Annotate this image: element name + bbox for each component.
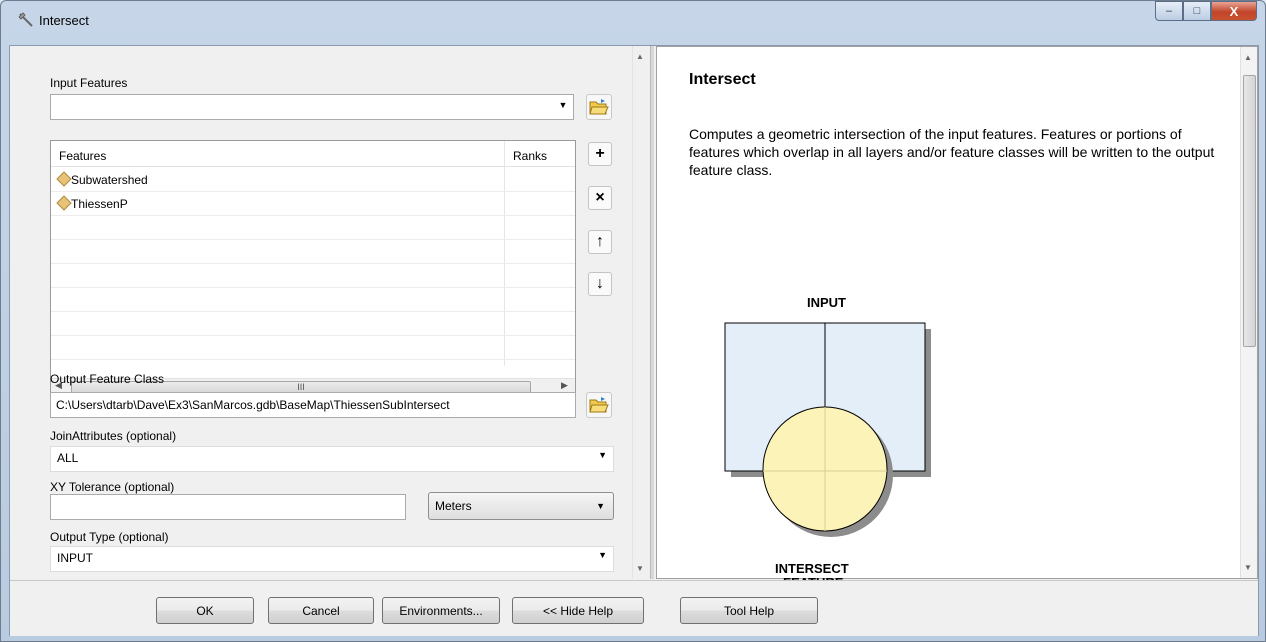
dialog-client: Input Features ▼ Features Ranks Subwater…	[9, 45, 1259, 636]
scroll-grip: III	[297, 382, 305, 392]
table-row[interactable]	[51, 216, 575, 240]
polygon-layer-icon	[56, 195, 72, 211]
scroll-down-icon[interactable]: ▼	[636, 564, 644, 573]
intersect-diagram: INPUT INTERSECT FEATURE	[721, 295, 951, 590]
add-row-button[interactable]: +	[588, 142, 612, 166]
table-row[interactable]: Subwatershed	[51, 168, 575, 192]
grid-header: Features Ranks	[51, 141, 575, 167]
table-row[interactable]	[51, 336, 575, 360]
parameters-pane: Input Features ▼ Features Ranks Subwater…	[10, 46, 650, 579]
scroll-up-icon[interactable]: ▲	[1244, 53, 1252, 62]
move-down-button[interactable]: ↓	[588, 272, 612, 296]
hammer-icon	[18, 12, 33, 27]
help-scroll-thumb[interactable]	[1243, 75, 1256, 347]
plus-icon: +	[595, 145, 605, 162]
scroll-right-icon[interactable]: ▶	[561, 380, 568, 391]
join-attributes-label: JoinAttributes (optional)	[50, 429, 177, 443]
minimize-button[interactable]: –	[1155, 1, 1183, 21]
folder-open-icon	[589, 99, 609, 115]
table-row[interactable]	[51, 312, 575, 336]
features-grid[interactable]: Features Ranks Subwatershed ThiessenP ◀ …	[50, 140, 576, 396]
caption-buttons: – □ X	[1155, 1, 1257, 21]
pane-splitter[interactable]	[650, 46, 654, 579]
join-attributes-value: ALL	[57, 451, 79, 465]
output-feature-class-label: Output Feature Class	[50, 372, 165, 386]
remove-row-button[interactable]: ×	[588, 186, 612, 210]
folder-open-icon	[589, 397, 609, 413]
environments-button[interactable]: Environments...	[382, 597, 500, 624]
ok-button[interactable]: OK	[156, 597, 254, 624]
xy-units-select[interactable]: Meters ▼	[428, 492, 614, 520]
browse-output-button[interactable]	[586, 392, 612, 418]
scroll-up-icon[interactable]: ▲	[636, 52, 644, 61]
feature-name: ThiessenP	[71, 197, 128, 211]
intersect-dialog: Intersect – □ X Input Features ▼ Feature…	[0, 0, 1266, 642]
browse-input-button[interactable]	[586, 94, 612, 120]
output-feature-class-input[interactable]: C:\Users\dtarb\Dave\Ex3\SanMarcos.gdb\Ba…	[50, 392, 576, 418]
chevron-down-icon: ▼	[598, 550, 607, 560]
parameters-vertical-scrollbar[interactable]: ▲ ▼	[632, 46, 649, 579]
input-features-combo[interactable]: ▼	[50, 94, 574, 120]
output-type-select[interactable]: INPUT ▼	[50, 546, 614, 572]
move-up-button[interactable]: ↑	[588, 230, 612, 254]
help-title: Intersect	[689, 71, 756, 88]
tool-help-button[interactable]: Tool Help	[680, 597, 818, 624]
help-pane: Intersect Computes a geometric intersect…	[656, 46, 1258, 590]
table-row[interactable]	[51, 264, 575, 288]
diagram-intersect-label: INTERSECT	[775, 561, 849, 576]
hide-help-button[interactable]: << Hide Help	[512, 597, 644, 624]
window-title: Intersect	[39, 13, 89, 28]
chevron-down-icon: ▼	[598, 450, 607, 460]
help-vertical-scrollbar[interactable]: ▲ ▼	[1240, 47, 1257, 578]
table-row[interactable]: ThiessenP	[51, 192, 575, 216]
output-type-value: INPUT	[57, 551, 93, 565]
close-window-button[interactable]: X	[1211, 1, 1257, 21]
column-features[interactable]: Features	[59, 149, 106, 163]
xy-tolerance-label: XY Tolerance (optional)	[50, 480, 175, 494]
help-description: Computes a geometric intersection of the…	[689, 126, 1215, 178]
chevron-down-icon[interactable]: ▼	[555, 97, 571, 113]
cancel-button[interactable]: Cancel	[268, 597, 374, 624]
maximize-button[interactable]: □	[1183, 1, 1211, 21]
table-row[interactable]	[51, 240, 575, 264]
xy-units-value: Meters	[435, 499, 472, 513]
output-type-label: Output Type (optional)	[50, 530, 169, 544]
diagram-input-label: INPUT	[807, 295, 846, 310]
table-row[interactable]	[51, 288, 575, 312]
title-bar[interactable]: Intersect – □ X	[1, 1, 1265, 45]
polygon-layer-icon	[56, 171, 72, 187]
xy-tolerance-input[interactable]	[50, 494, 406, 520]
input-features-label: Input Features	[50, 76, 128, 90]
join-attributes-select[interactable]: ALL ▼	[50, 446, 614, 472]
arrow-up-icon: ↑	[596, 233, 604, 250]
chevron-down-icon: ▼	[596, 501, 605, 511]
button-bar: OK Cancel Environments... << Hide Help T…	[10, 580, 1258, 636]
scroll-down-icon[interactable]: ▼	[1244, 563, 1252, 572]
feature-name: Subwatershed	[71, 173, 148, 187]
close-icon: ×	[595, 189, 605, 206]
arrow-down-icon: ↓	[596, 275, 604, 292]
column-ranks[interactable]: Ranks	[513, 149, 547, 163]
intersect-diagram-graphic	[724, 322, 931, 537]
